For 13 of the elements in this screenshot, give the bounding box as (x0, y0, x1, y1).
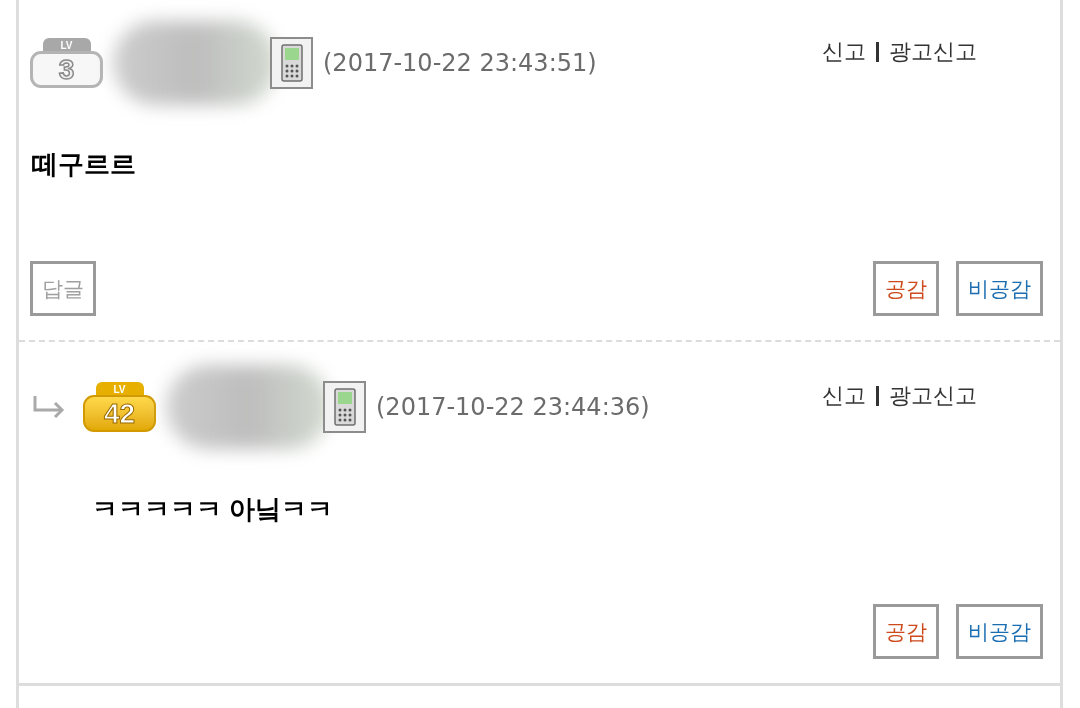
like-button[interactable]: 공감 (873, 261, 939, 316)
report-link[interactable]: 신고 (822, 382, 866, 410)
like-button[interactable]: 공감 (873, 604, 939, 659)
report-link[interactable]: 광고신고 (889, 38, 977, 66)
comment-text: ㅋㅋㅋㅋㅋ 아닠ㅋㅋ (92, 493, 334, 526)
comment-text: 떼구르르 (32, 148, 136, 181)
report-link[interactable]: 광고신고 (889, 382, 977, 410)
reply-arrow-icon (33, 396, 65, 418)
timestamp: (2017-10-22 23:43:51) (323, 48, 597, 78)
timestamp: (2017-10-22 23:44:36) (376, 392, 650, 422)
report-link[interactable]: 신고 (822, 38, 866, 66)
dislike-button[interactable]: 비공감 (956, 604, 1043, 659)
dislike-button[interactable]: 비공감 (956, 261, 1043, 316)
